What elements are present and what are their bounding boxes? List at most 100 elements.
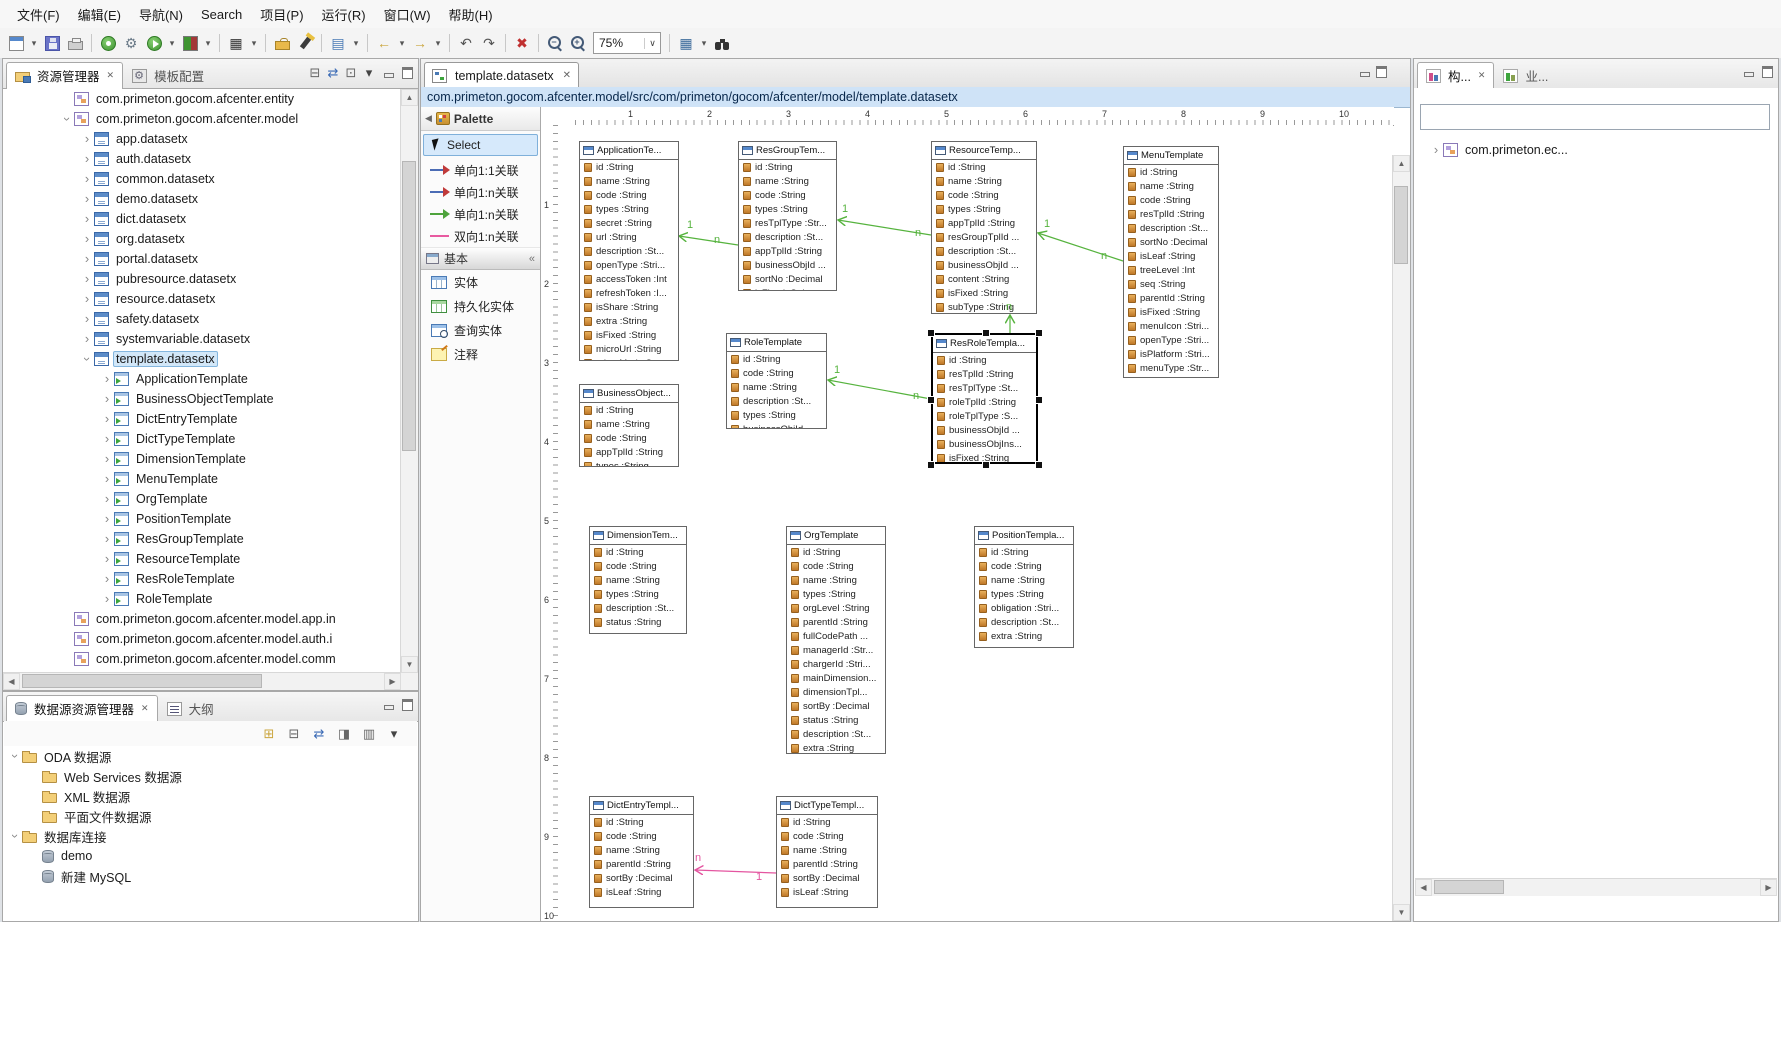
scroll-down-icon[interactable]: ▼ (1393, 904, 1410, 921)
entity-field[interactable]: refreshToken :I... (580, 286, 678, 300)
entity-field[interactable]: isShare :String (580, 300, 678, 314)
entity-field[interactable]: id :String (580, 160, 678, 174)
entity-RoleTemplate[interactable]: RoleTemplateid :Stringcode :Stringname :… (726, 333, 827, 429)
entity-field[interactable]: parentId :String (1124, 291, 1218, 305)
palette-menu-icon[interactable]: ▾ (698, 32, 710, 54)
print-icon[interactable] (64, 32, 86, 54)
explorer-vscrollbar[interactable]: ▲ ▼ (400, 89, 418, 673)
explorer-item-com.primeton.gocom.afcenter.model.app.in[interactable]: com.primeton.gocom.afcenter.model.app.in (4, 609, 401, 629)
view-menu-icon[interactable]: ▾ (385, 725, 403, 742)
explorer-item-com.primeton.gocom.afcenter.entity[interactable]: com.primeton.gocom.afcenter.entity (4, 89, 401, 109)
filter-input[interactable] (1420, 104, 1770, 130)
menu-item-帮助(H)[interactable]: 帮助(H) (440, 2, 502, 27)
close-icon[interactable]: ✕ (107, 70, 115, 81)
explorer-item-demo.datasetx[interactable]: ›demo.datasetx (4, 189, 401, 209)
entity-field[interactable]: code :String (787, 559, 885, 573)
entity-field[interactable]: resTplId :String (1124, 207, 1218, 221)
entity-field[interactable]: sortNo :Decimal (739, 272, 836, 286)
entity-field[interactable]: id :String (975, 545, 1073, 559)
right-item-com.primeton.ec...[interactable]: ›com.primeton.ec... (1415, 140, 1777, 160)
profile-menu-icon[interactable]: ▾ (248, 32, 260, 54)
new-datasource-icon[interactable]: ⊞ (260, 725, 278, 742)
entity-field[interactable]: chargerId :Stri... (787, 657, 885, 671)
entity-field[interactable]: sortBy :Decimal (590, 871, 693, 885)
entity-field[interactable]: description :St... (739, 230, 836, 244)
entity-ResGroupTem[interactable]: ResGroupTem...id :Stringname :Stringcode… (738, 141, 837, 291)
entity-field[interactable]: name :String (580, 174, 678, 188)
entity-field[interactable]: extra :String (580, 314, 678, 328)
explorer-tab-资源管理器[interactable]: 资源管理器✕ (6, 62, 123, 89)
entity-field[interactable]: name :String (727, 380, 826, 394)
palette-item-持久化实体[interactable]: 持久化实体 (421, 294, 540, 318)
entity-field[interactable]: obligation :Stri... (975, 601, 1073, 615)
entity-field[interactable]: id :String (787, 545, 885, 559)
save-icon[interactable] (41, 32, 63, 54)
hscroll-thumb[interactable] (1434, 880, 1504, 894)
entity-field[interactable]: subType :String (932, 300, 1036, 314)
twisty-icon[interactable]: › (80, 230, 94, 248)
scroll-up-icon[interactable]: ▲ (401, 89, 418, 106)
entity-field[interactable]: resTplId :String (933, 367, 1036, 381)
palette-relation-单向1:n关联[interactable]: 单向1:n关联 (421, 181, 540, 203)
entity-field[interactable]: code :String (580, 188, 678, 202)
twisty-icon[interactable]: › (100, 550, 114, 568)
scroll-left-icon[interactable]: ◀ (3, 673, 20, 690)
close-icon[interactable]: ✕ (1478, 70, 1486, 81)
entity-PositionTempla[interactable]: PositionTempla...id :Stringcode :Stringn… (974, 526, 1074, 648)
twisty-icon[interactable]: › (100, 490, 114, 508)
explorer-tab-模板配置[interactable]: 模板配置 (123, 62, 213, 88)
vscroll-thumb[interactable] (1394, 186, 1408, 264)
entity-field[interactable]: content :String (932, 272, 1036, 286)
menu-item-导航(N)[interactable]: 导航(N) (130, 2, 192, 27)
entity-field[interactable]: types :String (580, 202, 678, 216)
selection-handle[interactable] (982, 329, 990, 337)
explorer-item-OrgTemplate[interactable]: ›OrgTemplate (4, 489, 401, 509)
twisty-icon[interactable]: › (80, 290, 94, 308)
menu-item-文件(F)[interactable]: 文件(F) (8, 2, 69, 27)
entity-field[interactable]: types :String (739, 202, 836, 216)
coverage-icon[interactable] (179, 32, 201, 54)
zoom-combo-arrow-icon[interactable]: ∨ (644, 38, 660, 49)
entity-field[interactable]: id :String (590, 545, 686, 559)
entity-field[interactable]: dimensionTpl... (787, 685, 885, 699)
explorer-item-resource.datasetx[interactable]: ›resource.datasetx (4, 289, 401, 309)
explorer-item-PositionTemplate[interactable]: ›PositionTemplate (4, 509, 401, 529)
entity-field[interactable]: menuIcon :Stri... (1124, 319, 1218, 333)
collapse-all-icon[interactable]: ⊟ (285, 725, 303, 742)
entity-field[interactable]: code :String (739, 188, 836, 202)
delete-icon[interactable]: ✖ (511, 32, 533, 54)
entity-field[interactable]: parentId :String (787, 615, 885, 629)
explorer-item-com.primeton.gocom.afcenter.model.auth.i[interactable]: com.primeton.gocom.afcenter.model.auth.i (4, 629, 401, 649)
entity-field[interactable]: name :String (1124, 179, 1218, 193)
entity-field[interactable]: mainDimension... (787, 671, 885, 685)
link-with-editor-icon[interactable]: ⇄ (310, 725, 328, 742)
entity-field[interactable]: description :St... (1124, 221, 1218, 235)
explorer-item-DimensionTemplate[interactable]: ›DimensionTemplate (4, 449, 401, 469)
entity-field[interactable]: businessObjId ... (932, 258, 1036, 272)
right-tab-构...[interactable]: 构...✕ (1417, 62, 1494, 89)
datasource-tab-大纲[interactable]: 大纲 (158, 695, 223, 721)
explorer-item-com.primeton.gocom.afcenter.model[interactable]: ›com.primeton.gocom.afcenter.model (4, 109, 401, 129)
back-menu-icon[interactable]: ▾ (396, 32, 408, 54)
entity-field[interactable]: id :String (739, 160, 836, 174)
entity-field[interactable]: isLeaf :String (590, 885, 693, 899)
entity-field[interactable]: types :String (787, 587, 885, 601)
selection-handle[interactable] (927, 329, 935, 337)
profile-icon[interactable]: ▦ (225, 32, 247, 54)
forward-icon[interactable]: → (409, 32, 431, 54)
explorer-item-common.datasetx[interactable]: ›common.datasetx (4, 169, 401, 189)
datasource-item-ODA 数据源[interactable]: ›ODA 数据源 (4, 746, 417, 766)
entity-field[interactable]: isFixed :String (932, 286, 1036, 300)
maximize-button[interactable] (1373, 64, 1390, 80)
entity-field[interactable]: parentId :String (777, 857, 877, 871)
entity-field[interactable]: roleTplId :String (933, 395, 1036, 409)
right-hscrollbar[interactable]: ◀ ▶ (1415, 878, 1777, 896)
explorer-item-DictTypeTemplate[interactable]: ›DictTypeTemplate (4, 429, 401, 449)
entity-field[interactable]: code :String (590, 559, 686, 573)
twisty-icon[interactable]: › (100, 530, 114, 548)
explorer-item-ApplicationTemplate[interactable]: ›ApplicationTemplate (4, 369, 401, 389)
explorer-item-BusinessObjectTemplate[interactable]: ›BusinessObjectTemplate (4, 389, 401, 409)
entity-field[interactable]: isLeaf :String (777, 885, 877, 899)
twisty-icon[interactable]: › (80, 170, 94, 188)
selection-handle[interactable] (927, 396, 935, 404)
